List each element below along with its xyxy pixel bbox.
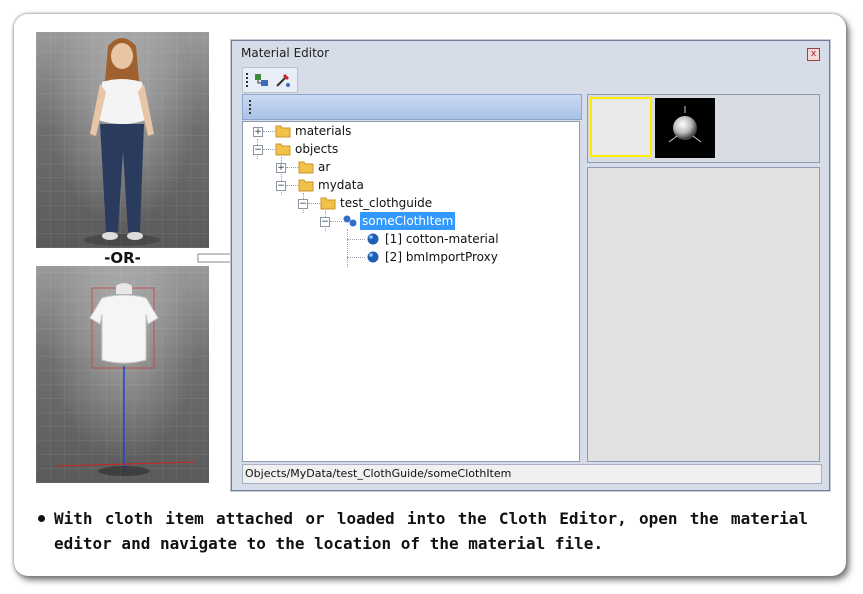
swatch-empty[interactable] — [590, 97, 652, 157]
tree-line — [308, 203, 320, 205]
tree-line — [347, 257, 365, 259]
caption-text: With cloth item attached or loaded into … — [54, 509, 808, 553]
material-tree: + materials − objects + ar − mydata − te… — [242, 121, 580, 462]
tree-line — [263, 149, 275, 151]
character-viewport — [36, 32, 209, 248]
tree-node-label: mydata — [318, 178, 364, 192]
collapse-toggle[interactable]: − — [298, 199, 308, 209]
collapse-toggle[interactable]: − — [276, 181, 286, 191]
material-swatch-strip — [587, 94, 820, 163]
editor-toolbar — [242, 67, 298, 93]
tree-node-label: [2] bmImportProxy — [385, 250, 498, 264]
female-character-figure — [84, 38, 160, 246]
shirt-figure — [55, 283, 197, 476]
window-title: Material Editor — [241, 46, 330, 60]
tree-line — [347, 239, 365, 241]
close-button[interactable]: x — [807, 48, 820, 61]
status-path: Objects/MyData/test_ClothGuide/someCloth… — [242, 464, 822, 484]
cloth-object-icon — [343, 215, 357, 227]
folder-open-icon — [275, 143, 291, 156]
material-properties-panel — [587, 167, 820, 462]
material-editor-window: Material Editor x + materials − objects … — [231, 40, 830, 491]
tree-line — [347, 229, 349, 267]
tree-line — [286, 185, 298, 187]
bullet-icon — [38, 515, 45, 522]
tree-line — [330, 221, 342, 223]
expand-toggle[interactable]: + — [253, 127, 263, 137]
toolbar-grip[interactable] — [246, 73, 248, 87]
add-object-icon[interactable] — [253, 71, 271, 89]
collapse-toggle[interactable]: − — [320, 217, 330, 227]
tree-header-bar — [242, 94, 582, 120]
collapse-toggle[interactable]: − — [253, 145, 263, 155]
tree-line — [263, 131, 275, 133]
tree-node-label: ar — [318, 160, 331, 174]
swatch-sphere-preview[interactable] — [655, 98, 715, 158]
pick-material-icon[interactable] — [274, 71, 292, 89]
tree-node-label: materials — [295, 124, 352, 138]
tree-node-label: test_clothguide — [340, 196, 433, 210]
expand-toggle[interactable]: + — [276, 163, 286, 173]
folder-open-icon — [298, 179, 314, 192]
material-sphere-icon — [367, 251, 379, 263]
sphere-preview-icon — [668, 106, 702, 143]
folder-icon — [275, 125, 291, 138]
tree-header-grip[interactable] — [249, 100, 251, 114]
material-sphere-icon — [367, 233, 379, 245]
instruction-caption: With cloth item attached or loaded into … — [38, 506, 808, 556]
tree-node-label: someClothItem — [360, 212, 456, 230]
folder-icon — [298, 161, 314, 174]
tree-node-label: objects — [295, 142, 339, 156]
folder-open-icon — [320, 197, 336, 210]
or-divider-label: -OR- — [104, 249, 141, 267]
cloth-item-viewport — [36, 266, 209, 483]
tree-line — [286, 167, 298, 169]
tree-node-label: [1] cotton-material — [385, 232, 499, 246]
